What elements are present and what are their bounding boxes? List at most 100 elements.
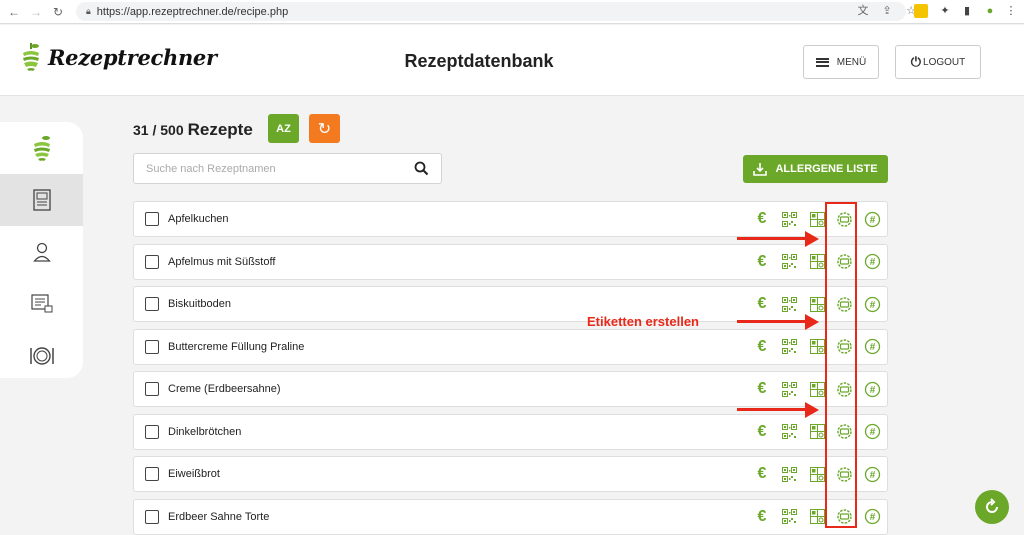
qr-code-icon	[782, 509, 797, 524]
scroll-top-button[interactable]	[975, 490, 1009, 524]
recipe-checkbox[interactable]	[145, 339, 159, 354]
hashtag-icon: #	[864, 296, 881, 313]
app-header: Rezeptrechner Rezeptdatenbank MENÜ ⏻ LOG…	[0, 25, 1024, 96]
puzzle-icon[interactable]: ✦	[938, 4, 952, 18]
recipe-row[interactable]: Eiweißbrot € #	[133, 456, 888, 492]
cost-button[interactable]: €	[751, 506, 773, 528]
reload-icon[interactable]: ↻	[50, 4, 66, 20]
svg-text:#: #	[869, 215, 875, 226]
qr-code-icon	[782, 339, 797, 354]
translate-icon[interactable]: 文	[856, 4, 870, 18]
allergen-list-button[interactable]: ALLERGENE LISTE	[743, 155, 888, 183]
recipe-name[interactable]: Apfelkuchen	[168, 213, 229, 225]
ean-button[interactable]: #	[861, 208, 883, 230]
ean-button[interactable]: #	[861, 293, 883, 315]
cost-button[interactable]: €	[751, 378, 773, 400]
recipe-row[interactable]: Apfelmus mit Süßstoff € #	[133, 243, 888, 280]
qr-code-button[interactable]	[779, 208, 801, 230]
qr-code-button[interactable]	[779, 421, 801, 443]
qr-code-button[interactable]	[779, 378, 801, 400]
menu-label: MENÜ	[836, 56, 867, 68]
recipe-row[interactable]: Creme (Erdbeersahne) € #	[133, 371, 888, 407]
refresh-button[interactable]: ↻	[309, 114, 340, 143]
profile-icon[interactable]: ●	[983, 4, 997, 18]
download-icon	[753, 163, 768, 176]
recipe-checkbox[interactable]	[145, 382, 159, 396]
qr-code-button[interactable]	[779, 336, 801, 358]
cost-button[interactable]: €	[751, 293, 773, 315]
qr-code-button[interactable]	[779, 293, 801, 315]
browser-toolbar: ← → ↻ 🔒︎ https://app.rezeptrechner.de/re…	[0, 0, 1024, 24]
sort-az-button[interactable]: AZ	[268, 114, 299, 143]
address-bar[interactable]: 🔒︎ https://app.rezeptrechner.de/recipe.p…	[76, 2, 906, 21]
cost-button[interactable]: €	[751, 208, 773, 230]
recipe-checkbox[interactable]	[145, 424, 159, 439]
ean-button[interactable]: #	[861, 421, 883, 443]
recipe-name[interactable]: Apfelmus mit Süßstoff	[168, 256, 275, 268]
ean-button[interactable]: #	[861, 506, 883, 528]
recipe-name[interactable]: Dinkelbrötchen	[168, 426, 241, 438]
recipe-actions: € #	[751, 421, 889, 443]
sidebar-toggle-icon[interactable]: ▮	[960, 4, 974, 18]
sidebar-item-recipes[interactable]	[0, 174, 83, 226]
sort-az-icon: AZ	[276, 122, 291, 135]
sidebar-item-home[interactable]	[0, 122, 83, 174]
user-icon	[32, 242, 51, 262]
recipe-list: Apfelkuchen € # Apfelmus mit Süßstoff € # Bisk…	[133, 201, 888, 535]
menu-button[interactable]: MENÜ	[803, 45, 879, 79]
extension-icon[interactable]	[914, 4, 928, 18]
cost-button[interactable]: €	[751, 421, 773, 443]
qr-code-button[interactable]	[779, 251, 801, 273]
cost-button[interactable]: €	[751, 251, 773, 273]
hashtag-icon: #	[864, 466, 881, 483]
back-icon[interactable]: ←	[6, 4, 22, 20]
recipe-name[interactable]: Biskuitboden	[168, 298, 231, 310]
hamburger-icon	[815, 57, 829, 67]
cost-button[interactable]: €	[751, 463, 773, 485]
ean-button[interactable]: #	[861, 378, 883, 400]
recipe-checkbox[interactable]	[145, 212, 159, 226]
plate-cutlery-icon	[29, 347, 54, 365]
qr-code-button[interactable]	[779, 506, 801, 528]
euro-icon: €	[757, 210, 767, 227]
logout-label: LOGOUT	[923, 56, 966, 68]
forward-icon[interactable]: →	[28, 4, 44, 20]
recipe-checkbox[interactable]	[145, 297, 159, 311]
recipe-checkbox[interactable]	[145, 509, 159, 524]
recipe-checkbox[interactable]	[145, 254, 159, 269]
ean-button[interactable]: #	[861, 251, 883, 273]
svg-text:#: #	[869, 427, 875, 438]
search-input[interactable]	[134, 154, 404, 183]
sidebar-item-lists[interactable]	[0, 278, 83, 330]
recipe-checkbox[interactable]	[145, 467, 159, 481]
recipe-name[interactable]: Creme (Erdbeersahne)	[168, 383, 281, 395]
nutrition-table-icon	[809, 339, 825, 354]
recipe-actions: € #	[751, 463, 889, 485]
ean-button[interactable]: #	[861, 336, 883, 358]
recipe-row[interactable]: Biskuitboden € #	[133, 286, 888, 322]
euro-icon: €	[757, 337, 767, 355]
recipe-count: 31 / 500 Rezepte	[133, 120, 253, 140]
recipe-row[interactable]: Erdbeer Sahne Torte € #	[133, 498, 888, 535]
sidebar-item-menus[interactable]	[0, 330, 83, 382]
browser-menu-icon[interactable]: ⋮	[1004, 4, 1018, 18]
recipe-row[interactable]: Dinkelbrötchen € #	[133, 413, 889, 450]
svg-text:#: #	[869, 257, 875, 268]
qr-code-icon	[782, 296, 797, 312]
svg-text:#: #	[869, 512, 875, 523]
nutrition-table-icon	[809, 296, 825, 312]
recipe-name[interactable]: Eiweißbrot	[168, 468, 220, 480]
sidebar-item-users[interactable]	[0, 226, 83, 278]
logout-button[interactable]: ⏻ LOGOUT	[895, 45, 981, 79]
recipe-actions: € #	[751, 208, 889, 230]
share-icon[interactable]: ⇪	[880, 4, 894, 18]
qr-code-button[interactable]	[779, 463, 801, 485]
ean-button[interactable]: #	[861, 463, 883, 485]
refresh-icon: ↻	[317, 120, 332, 138]
search-icon[interactable]	[414, 161, 429, 176]
recipe-name[interactable]: Buttercreme Füllung Praline	[168, 341, 304, 353]
cost-button[interactable]: €	[751, 336, 773, 358]
recipe-row[interactable]: Buttercreme Füllung Praline € #	[133, 328, 888, 365]
recipe-row[interactable]: Apfelkuchen € #	[133, 201, 888, 237]
recipe-name[interactable]: Erdbeer Sahne Torte	[168, 511, 269, 523]
